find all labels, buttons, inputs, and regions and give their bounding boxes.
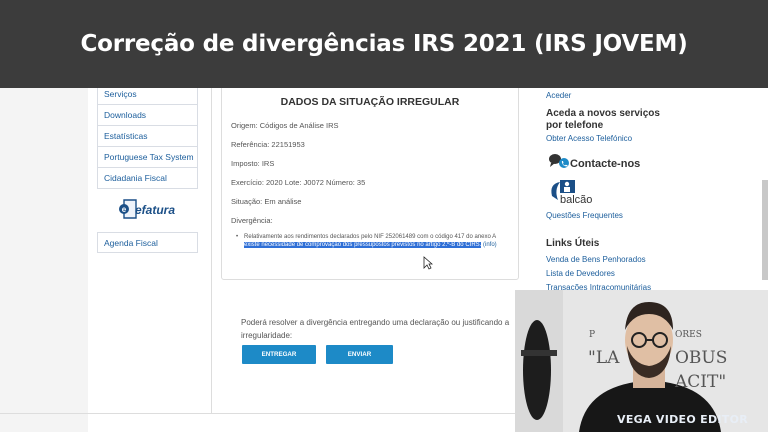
situacao-field: Situação: Em análise (231, 197, 302, 206)
scrollbar-thumb[interactable] (762, 180, 768, 280)
link-venda-bens[interactable]: Venda de Bens Penhorados (546, 255, 646, 264)
wall-text-3: "LA (588, 348, 620, 368)
origem-field: Origem: Códigos de Análise IRS (231, 121, 339, 130)
wall-text-1: P (589, 330, 596, 340)
bullet: • (236, 234, 239, 240)
nav-item-agenda-fiscal[interactable]: Agenda Fiscal (97, 232, 198, 253)
entregar-declaracao-button[interactable]: ENTREGAR DECLARAÇÃO (242, 345, 316, 377)
mouse-cursor-icon (423, 256, 433, 270)
wall-text-4: OBUS (675, 348, 728, 368)
webcam-overlay: P ORES "LA OBUS ACIT" (515, 290, 768, 432)
contact-chat-icon[interactable] (548, 152, 570, 170)
novos-servicos-heading: Aceda a novos serviços por telefone (546, 108, 660, 131)
efatura-logo[interactable]: e efatura (118, 196, 180, 224)
referencia-field: Referência: 22151953 (231, 140, 305, 149)
wall-text-2: ORES (675, 330, 702, 340)
column-divider (211, 88, 212, 414)
irregular-situation-card: DADOS DA SITUAÇÃO IRREGULAR Origem: Códi… (221, 88, 519, 280)
questoes-frequentes-link[interactable]: Questões Frequentes (546, 211, 623, 220)
agenda-box: Agenda Fiscal (97, 232, 198, 253)
link-lista-devedores[interactable]: Lista de Devedores (546, 269, 615, 278)
video-title-banner: Correção de divergências IRS 2021 (IRS J… (0, 0, 768, 88)
wall-text-5: ACIT" (675, 372, 727, 392)
svg-text:e: e (122, 205, 127, 214)
video-title: Correção de divergências IRS 2021 (IRS J… (80, 31, 688, 57)
nav-item-cidadania-fiscal[interactable]: Cidadania Fiscal (97, 168, 198, 189)
detail-highlighted-text: existe necessidade de comprovação dos pr… (244, 242, 482, 248)
left-margin (0, 88, 88, 432)
nav-item-servicos[interactable]: Serviços (97, 88, 198, 105)
exercicio-field: Exercício: 2020 Lote: J0072 Número: 35 (231, 178, 366, 187)
enviar-justificacao-button[interactable]: ENVIAR JUSTIFICAÇÃO (326, 345, 393, 377)
links-uteis-heading: Links Úteis (546, 238, 600, 249)
left-navigation: Serviços Downloads Estatísticas Portugue… (97, 88, 198, 189)
balcao-link[interactable]: balcão (548, 178, 618, 206)
card-title: DADOS DA SITUAÇÃO IRREGULAR (280, 96, 460, 108)
aceder-link[interactable]: Aceder (546, 91, 571, 100)
balcao-label: balcão (560, 194, 593, 206)
presenter-video-frame (515, 290, 768, 432)
divergence-detail: • Relativamente aos rendimentos declarad… (236, 233, 504, 249)
nav-item-portuguese-tax-system[interactable]: Portuguese Tax System (97, 147, 198, 168)
nav-item-downloads[interactable]: Downloads (97, 105, 198, 126)
imposto-field: Imposto: IRS (231, 159, 275, 168)
resolution-notice: Poderá resolver a divergência entregando… (241, 318, 510, 340)
efatura-logo-text: efatura (135, 203, 176, 217)
contacte-nos-link[interactable]: Contacte-nos (570, 158, 640, 170)
info-link[interactable]: (info) (483, 242, 497, 248)
nav-item-estatisticas[interactable]: Estatísticas (97, 126, 198, 147)
editor-watermark: VEGA VIDEO EDITOR (617, 413, 748, 426)
detail-text: Relativamente aos rendimentos declarados… (244, 234, 496, 240)
divergencia-label: Divergência: (231, 216, 273, 225)
obter-acesso-link[interactable]: Obter Acesso Telefónico (546, 134, 632, 143)
